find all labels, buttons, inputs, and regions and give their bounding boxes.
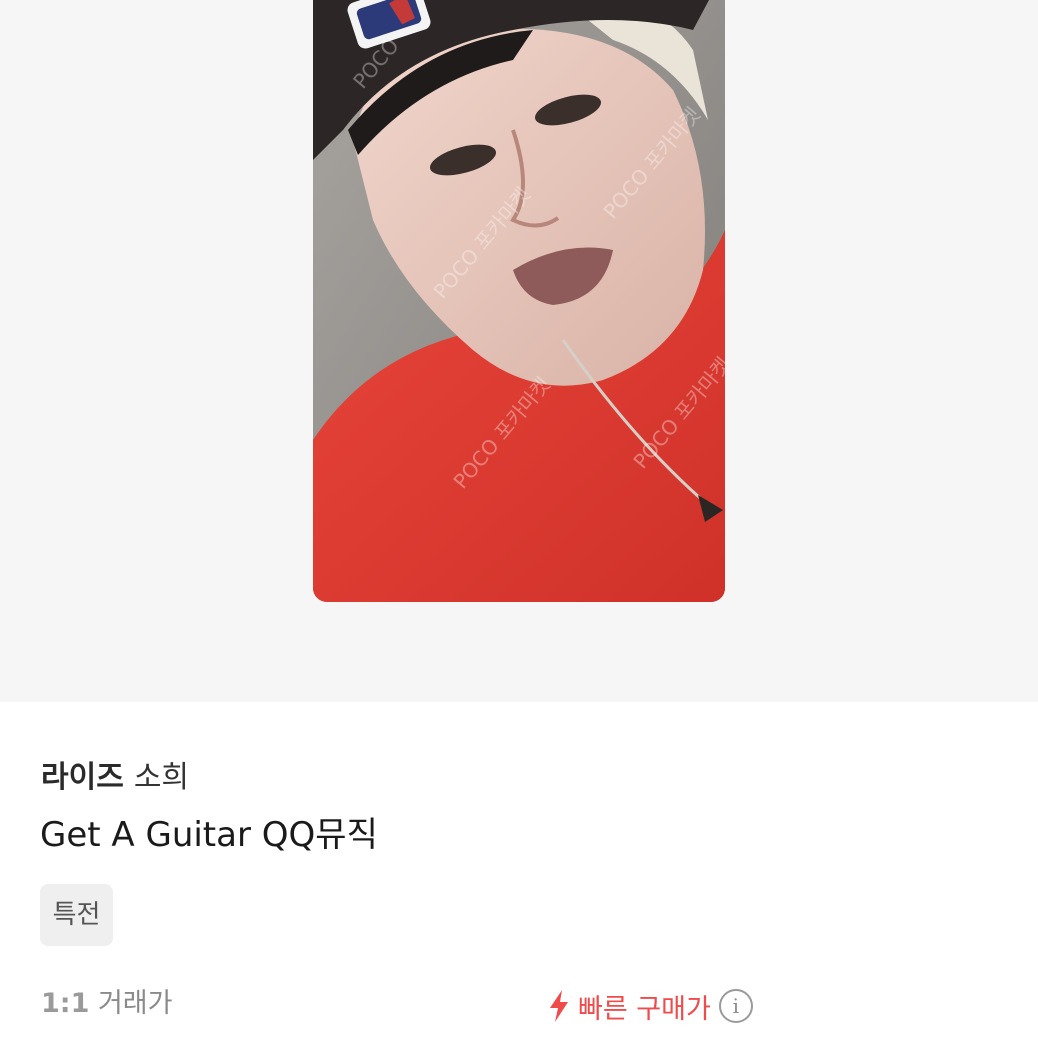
product-title: Get A Guitar QQ뮤직 (40, 815, 378, 855)
artist-line: 라이즈 소희 (41, 758, 189, 798)
trade-price-text: 거래가 (97, 988, 173, 1019)
product-image-area[interactable]: POCO 포카마켓 POCO 포카마켓 POCO 포카마켓 POCO 포카마켓 … (0, 0, 1038, 702)
member-name[interactable]: 소희 (134, 760, 189, 795)
quick-buy-text: 빠른 구매가 (578, 993, 711, 1025)
info-icon[interactable]: i (718, 989, 753, 1023)
photocard-image[interactable]: POCO 포카마켓 POCO 포카마켓 POCO 포카마켓 POCO 포카마켓 … (313, 0, 725, 602)
quick-buy-price-label[interactable]: 빠른 구매가 i (548, 986, 753, 1026)
trade-ratio: 1:1 (41, 988, 90, 1019)
product-details: 라이즈 소희 Get A Guitar QQ뮤직 특전 1:1 거래가 빠른 구매… (0, 702, 1038, 1038)
trade-price-label: 1:1 거래가 (41, 986, 173, 1022)
lightning-bolt-icon (550, 990, 568, 1022)
group-name[interactable]: 라이즈 (41, 760, 124, 795)
photocard-illustration: POCO 포카마켓 POCO 포카마켓 POCO 포카마켓 POCO 포카마켓 … (313, 0, 725, 602)
category-tag[interactable]: 특전 (40, 884, 113, 946)
